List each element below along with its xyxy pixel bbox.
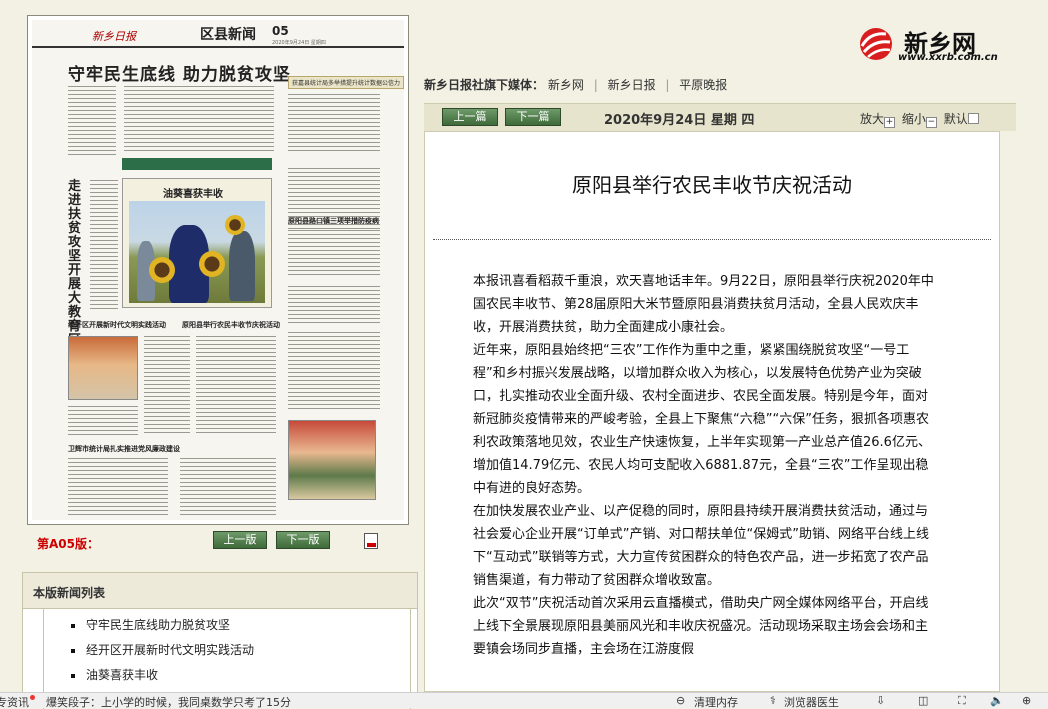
status-news-ticker[interactable]: 爆笑段子：上小学的时候，我同桌数学只考了15分	[46, 694, 291, 708]
photo-caption: 油葵喜获丰收	[163, 189, 223, 200]
zoom-controls: 放大 + 缩小 − 默认	[860, 110, 982, 128]
browser-doctor-icon[interactable]: ⚕	[770, 694, 776, 707]
paper-text-block	[68, 406, 138, 436]
paper-text-block	[196, 336, 276, 436]
paper-text-block	[124, 86, 274, 154]
divider: |	[593, 78, 598, 92]
page-news-list: 本版新闻列表 守牢民生底线助力脱贫攻坚 经开区开展新时代文明实践活动 油葵喜获丰…	[22, 572, 418, 709]
prev-page-button[interactable]: 上一版	[213, 531, 267, 549]
paper-photo	[288, 420, 376, 500]
zoom-in-icon[interactable]: +	[884, 117, 896, 128]
volume-icon[interactable]: 🔈	[990, 694, 1004, 707]
status-news-label[interactable]: 专资讯	[0, 694, 29, 708]
article-toolbar: 上一篇 下一篇 2020年9月24日 星期 四 放大 + 缩小 − 默认	[424, 103, 1016, 131]
zoom-out-label[interactable]: 缩小	[902, 112, 926, 126]
paper-text-block	[68, 86, 116, 156]
status-icon[interactable]: ◫	[918, 694, 928, 707]
paper-text-block	[144, 336, 190, 436]
paper-item-title[interactable]: 原阳县举行农民丰收节庆祝活动	[182, 320, 280, 330]
zoom-out-icon[interactable]: −	[925, 117, 937, 128]
sunflower-icon	[199, 251, 225, 277]
issue-date: 2020年9月24日 星期 四	[604, 113, 755, 128]
sunflower-harvest-photo	[129, 201, 265, 303]
paper-text-block	[68, 458, 168, 518]
paper-item-title[interactable]: 经开区开展新时代文明实践活动	[68, 320, 166, 330]
zoom-level-icon[interactable]: ⊕	[1022, 694, 1031, 707]
paper-item-title[interactable]: 卫辉市统计局扎实推进党风廉政建设	[68, 444, 180, 454]
clean-memory-button[interactable]: 清理内存	[694, 694, 738, 708]
paper-page-number: 05	[272, 24, 289, 38]
site-logo[interactable]: 新乡网 www.xxrb.com.cn	[856, 26, 1016, 66]
list-item[interactable]: 油葵喜获丰收	[44, 663, 410, 688]
status-icon[interactable]: ⛶	[958, 694, 966, 708]
paper-item-title[interactable]: 原阳县路口镇三项举措防疫病	[288, 216, 379, 226]
article-paragraph: 此次“双节”庆祝活动首次采用云直播模式，借助央广网全媒体网络平台，开启线上线下全…	[473, 596, 929, 657]
paper-text-block	[288, 94, 380, 154]
prev-article-button[interactable]: 上一篇	[442, 108, 498, 126]
next-article-button[interactable]: 下一篇	[505, 108, 561, 126]
paper-photo-story[interactable]: 油葵喜获丰收	[122, 178, 272, 308]
title-divider	[433, 239, 991, 240]
paper-subhead[interactable]: 获嘉县统计局多举措提升统计数据公信力	[288, 76, 404, 89]
paper-section-title: 区县新闻	[200, 27, 256, 43]
page-nav: 第A05版： 上一版 下一版	[27, 527, 409, 562]
paper-masthead: 新乡日报 区县新闻 05 2020年9月24日 星期四	[32, 20, 404, 48]
person-figure	[229, 231, 255, 301]
media-bar: 新乡日报社旗下媒体： 新乡网 | 新乡日报 | 平原晚报	[424, 76, 727, 93]
paper-date-line: 2020年9月24日 星期四	[272, 40, 326, 46]
status-icon[interactable]: ⇩	[876, 694, 885, 707]
pdf-icon[interactable]	[364, 533, 378, 549]
clean-memory-icon[interactable]: ⊖	[676, 694, 685, 707]
newspaper-page-thumbnail[interactable]: 新乡日报 区县新闻 05 2020年9月24日 星期四 守牢民生底线 助力脱贫攻…	[27, 15, 409, 525]
article-paragraph: 近年来，原阳县始终把“三农”工作作为重中之重，紧紧围绕脱贫攻坚“一号工程”和乡村…	[473, 343, 931, 496]
divider: |	[665, 78, 670, 92]
notification-dot-icon	[30, 695, 35, 700]
paper-photo	[68, 336, 138, 400]
list-header: 本版新闻列表	[23, 573, 417, 609]
zoom-default-label[interactable]: 默认	[944, 112, 968, 126]
media-link-pingyuan-evening[interactable]: 平原晚报	[679, 78, 727, 92]
zoom-in-label[interactable]: 放大	[860, 112, 884, 126]
scroll-area[interactable]	[1000, 131, 1016, 692]
media-link-xinxiang-daily[interactable]: 新乡日报	[608, 78, 656, 92]
logo-swirl-icon	[860, 28, 892, 60]
newspaper-page: 新乡日报 区县新闻 05 2020年9月24日 星期四 守牢民生底线 助力脱贫攻…	[32, 20, 404, 520]
paper-text-block	[288, 230, 380, 278]
paper-banner	[122, 158, 272, 170]
paper-text-block	[288, 332, 380, 412]
sunflower-icon	[149, 257, 175, 283]
media-label: 新乡日报社旗下媒体：	[424, 78, 545, 92]
article-title: 原阳县举行农民丰收节庆祝活动	[572, 173, 852, 197]
paper-text-block	[90, 180, 118, 310]
list-item[interactable]: 经开区开展新时代文明实践活动	[44, 638, 410, 663]
article-body: 本报讯喜看稻菽千重浪，欢天喜地话丰年。9月22日，原阳县举行庆祝2020年中国农…	[473, 270, 937, 661]
article-panel: 原阳县举行农民丰收节庆祝活动 本报讯喜看稻菽千重浪，欢天喜地话丰年。9月22日，…	[424, 131, 1000, 692]
paper-text-block	[180, 458, 276, 518]
browser-doctor-button[interactable]: 浏览器医生	[784, 694, 839, 708]
page-label: 第A05版：	[37, 537, 99, 551]
paper-logo: 新乡日报	[92, 30, 136, 43]
zoom-default-checkbox[interactable]	[967, 113, 979, 124]
media-link-xinxiangwang[interactable]: 新乡网	[548, 78, 584, 92]
browser-status-bar: 专资讯 爆笑段子：上小学的时候，我同桌数学只考了15分 ⊖ 清理内存 ⚕ 浏览器…	[0, 692, 1048, 708]
article-paragraph: 在加快发展农业产业、以产促稳的同时，原阳县持续开展消费扶贫活动，通过与社会爱心企…	[473, 504, 929, 588]
sunflower-icon	[225, 215, 245, 235]
list-item[interactable]: 守牢民生底线助力脱贫攻坚	[44, 613, 410, 638]
left-column: 新乡日报 区县新闻 05 2020年9月24日 星期四 守牢民生底线 助力脱贫攻…	[22, 0, 418, 709]
paper-text-block	[288, 286, 380, 326]
next-page-button[interactable]: 下一版	[276, 531, 330, 549]
logo-url: www.xxrb.com.cn	[898, 52, 998, 63]
article-paragraph: 本报讯喜看稻菽千重浪，欢天喜地话丰年。9月22日，原阳县举行庆祝2020年中国农…	[473, 274, 934, 335]
paper-headline[interactable]: 守牢民生底线 助力脱贫攻坚	[68, 60, 291, 85]
